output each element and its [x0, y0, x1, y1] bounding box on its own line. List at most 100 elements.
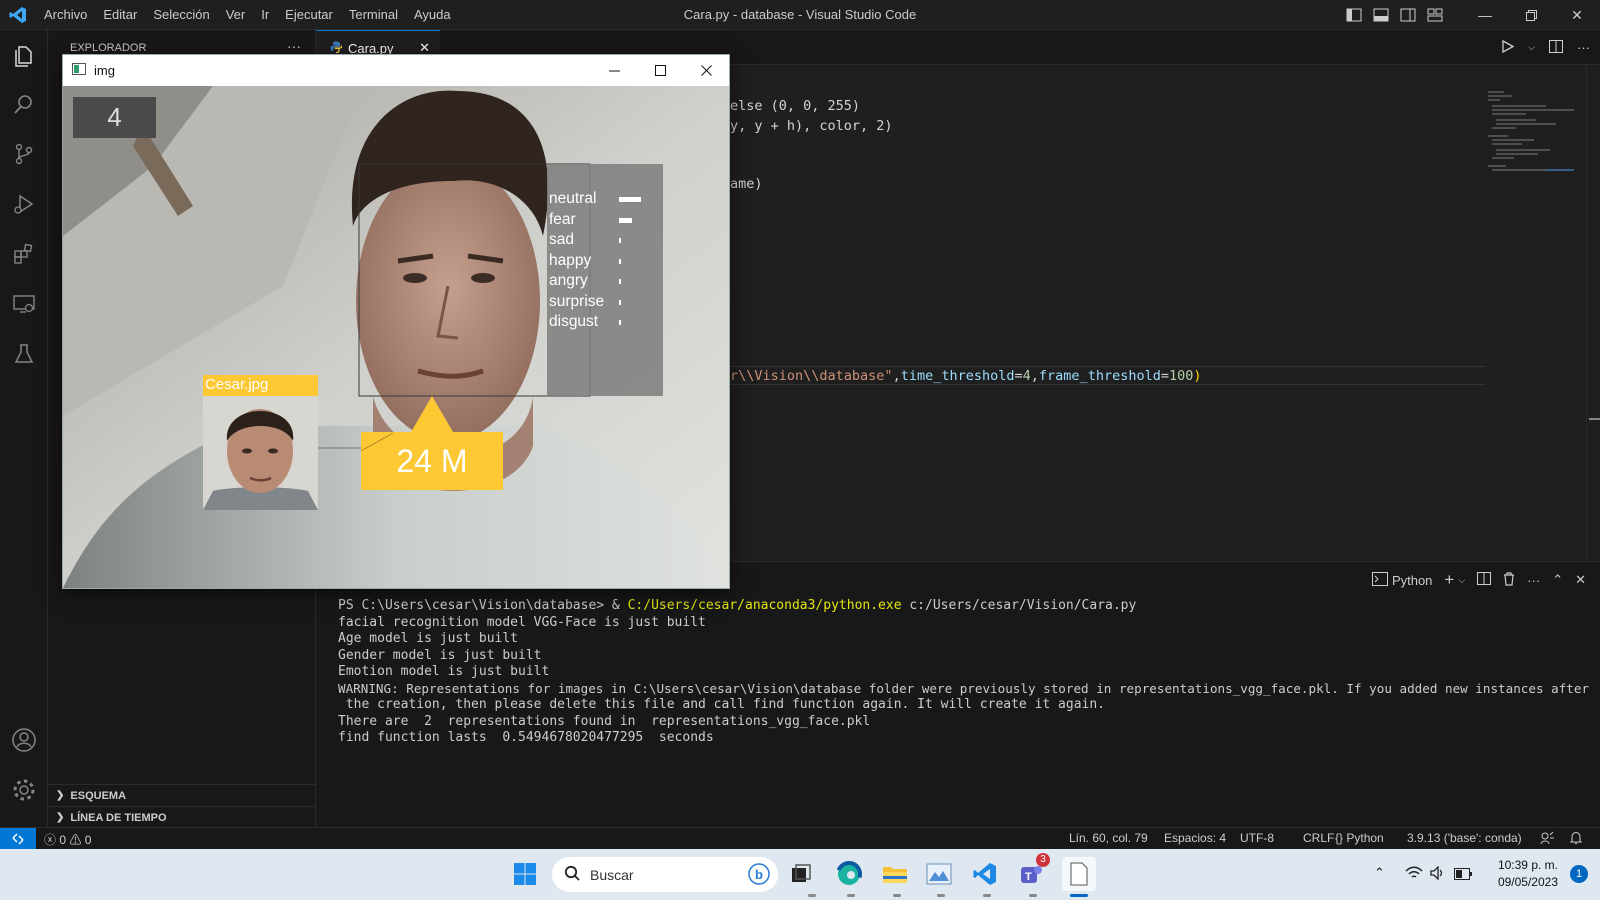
- activity-bar: [0, 30, 48, 827]
- minimize-button[interactable]: —: [1462, 0, 1508, 30]
- terminal-output-line: find function lasts 0.5494678020477295 s…: [338, 730, 714, 745]
- remote-explorer-icon[interactable]: [0, 280, 48, 328]
- windows-start-icon[interactable]: [508, 857, 542, 891]
- terminal-output-line: Age model is just built: [338, 631, 519, 646]
- section-label: ESQUEMA: [70, 789, 127, 802]
- menu-ayuda[interactable]: Ayuda: [406, 7, 459, 22]
- more-actions-icon[interactable]: ···: [287, 38, 301, 54]
- emotion-label: neutral: [549, 190, 597, 207]
- encoding-status[interactable]: UTF-8: [1240, 831, 1274, 845]
- notifications-bell-icon[interactable]: [1569, 831, 1583, 848]
- menu-terminal[interactable]: Terminal: [341, 7, 406, 22]
- source-control-icon[interactable]: [0, 130, 48, 178]
- cursor-position[interactable]: Lín. 60, col. 79: [1069, 831, 1148, 845]
- problems-status[interactable]: ⓧ 0 ⚠ 0: [44, 831, 91, 848]
- minimap[interactable]: [1486, 66, 1576, 176]
- terminal-icon: [1371, 571, 1388, 589]
- gear-icon[interactable]: [0, 766, 48, 814]
- menu-archivo[interactable]: Archivo: [36, 7, 95, 22]
- wifi-icon[interactable]: [1405, 866, 1423, 885]
- interpreter-status[interactable]: 3.9.13 ('base': conda): [1407, 831, 1522, 845]
- teams-badge: 3: [1036, 853, 1050, 867]
- terminal-panel[interactable]: Python + ⌵ ··· ⌃ ✕ PS C:\Users\cesar\Vis…: [316, 561, 1600, 827]
- split-terminal-icon[interactable]: [1477, 572, 1492, 588]
- close-button[interactable]: ✕: [1554, 0, 1600, 30]
- feedback-icon[interactable]: [1540, 831, 1554, 848]
- taskbar-search[interactable]: Buscar b: [552, 857, 778, 892]
- explorer-icon[interactable]: [0, 32, 48, 80]
- menu-ir[interactable]: Ir: [253, 7, 277, 22]
- sidebar-section-esquema[interactable]: ❯ ESQUEMA: [48, 784, 316, 806]
- maximize-panel-icon[interactable]: ⌃: [1552, 572, 1563, 588]
- task-view-icon[interactable]: [784, 857, 818, 891]
- chevron-up-icon[interactable]: ⌃: [1374, 865, 1385, 881]
- toggle-panel-icon[interactable]: [1367, 0, 1394, 30]
- close-button[interactable]: [683, 55, 729, 86]
- testing-icon[interactable]: [0, 330, 48, 378]
- file-explorer-icon[interactable]: [878, 857, 912, 891]
- opencv-image-window[interactable]: img 4 neutral fear sad happy angry surpr…: [62, 54, 730, 589]
- editor-scrollbar[interactable]: [1586, 66, 1600, 561]
- code-line: ame): [730, 176, 763, 192]
- emotion-label: happy: [549, 251, 592, 269]
- vscode-taskbar-icon[interactable]: [968, 857, 1002, 891]
- emotion-row-fear: fear: [549, 211, 661, 229]
- minimize-button[interactable]: [591, 55, 637, 86]
- emotion-row-angry: angry: [549, 272, 661, 290]
- add-terminal-icon[interactable]: +: [1444, 570, 1454, 590]
- emotion-level-bar: [619, 238, 621, 243]
- notification-badge[interactable]: 1: [1570, 865, 1588, 883]
- window-title: Cara.py - database - Visual Studio Code: [683, 7, 917, 22]
- system-clock[interactable]: 10:39 p. m. 09/05/2023: [1498, 857, 1558, 891]
- language-label: Python: [1346, 831, 1384, 845]
- sidebar-section-timeline[interactable]: ❯ LÍNEA DE TIEMPO: [48, 806, 316, 828]
- teams-icon[interactable]: T 3: [1014, 853, 1050, 891]
- opencv-title-bar[interactable]: img: [63, 55, 729, 86]
- close-panel-icon[interactable]: ✕: [1575, 572, 1586, 588]
- eol-status[interactable]: CRLF: [1303, 831, 1334, 845]
- match-label: Cesar.jpg: [203, 375, 318, 396]
- trash-icon[interactable]: [1503, 571, 1515, 589]
- code-param: frame_threshold: [1038, 368, 1161, 384]
- chevron-down-icon[interactable]: ⌵: [1528, 42, 1535, 53]
- emotion-row-disgust: disgust: [549, 313, 661, 331]
- terminal-output-line: Emotion model is just built: [338, 664, 550, 679]
- menu-ejecutar[interactable]: Ejecutar: [277, 7, 341, 22]
- battery-icon[interactable]: [1454, 867, 1472, 885]
- menu-seleccion[interactable]: Selección: [145, 7, 217, 22]
- opencv-window-title: img: [94, 63, 115, 78]
- notepad-icon[interactable]: [1062, 857, 1096, 891]
- terminal-output-line: WARNING: Representations for images in C…: [338, 680, 1590, 696]
- clock-date: 09/05/2023: [1497, 875, 1558, 889]
- toggle-secondary-sidebar-icon[interactable]: [1394, 0, 1421, 30]
- accounts-icon[interactable]: [0, 716, 48, 764]
- code-line: else (0, 0, 255): [730, 98, 861, 114]
- menu-editar[interactable]: Editar: [95, 7, 145, 22]
- emotion-row-surprise: surprise: [549, 293, 661, 311]
- remote-indicator-icon[interactable]: [0, 828, 36, 850]
- matched-face-thumbnail: [203, 396, 318, 510]
- volume-icon[interactable]: [1430, 865, 1446, 885]
- edge-browser-icon[interactable]: [832, 857, 866, 891]
- braces-icon: {}: [1335, 831, 1344, 845]
- restore-button[interactable]: [1508, 0, 1554, 30]
- run-icon[interactable]: [1502, 39, 1515, 56]
- search-icon[interactable]: [0, 80, 48, 128]
- more-actions-icon[interactable]: ···: [1577, 40, 1590, 55]
- indentation-status[interactable]: Espacios: 4: [1164, 831, 1226, 845]
- extensions-icon[interactable]: [0, 230, 48, 278]
- maximize-button[interactable]: [637, 55, 683, 86]
- emotion-label: disgust: [549, 313, 599, 330]
- photos-app-icon[interactable]: [922, 857, 956, 891]
- toggle-sidebar-icon[interactable]: [1340, 0, 1367, 30]
- chevron-down-icon[interactable]: ⌵: [1458, 575, 1465, 586]
- emotion-label: sad: [549, 231, 574, 248]
- menu-ver[interactable]: Ver: [218, 7, 254, 22]
- terminal-shell-label[interactable]: Python: [1392, 573, 1432, 588]
- split-editor-icon[interactable]: [1549, 39, 1563, 56]
- run-debug-icon[interactable]: [0, 180, 48, 228]
- language-status[interactable]: {} Python: [1335, 831, 1384, 845]
- more-actions-icon[interactable]: ···: [1527, 573, 1540, 588]
- status-bar: ⓧ 0 ⚠ 0 Lín. 60, col. 79 Espacios: 4 UTF…: [0, 827, 1600, 850]
- customize-layout-icon[interactable]: [1421, 0, 1448, 30]
